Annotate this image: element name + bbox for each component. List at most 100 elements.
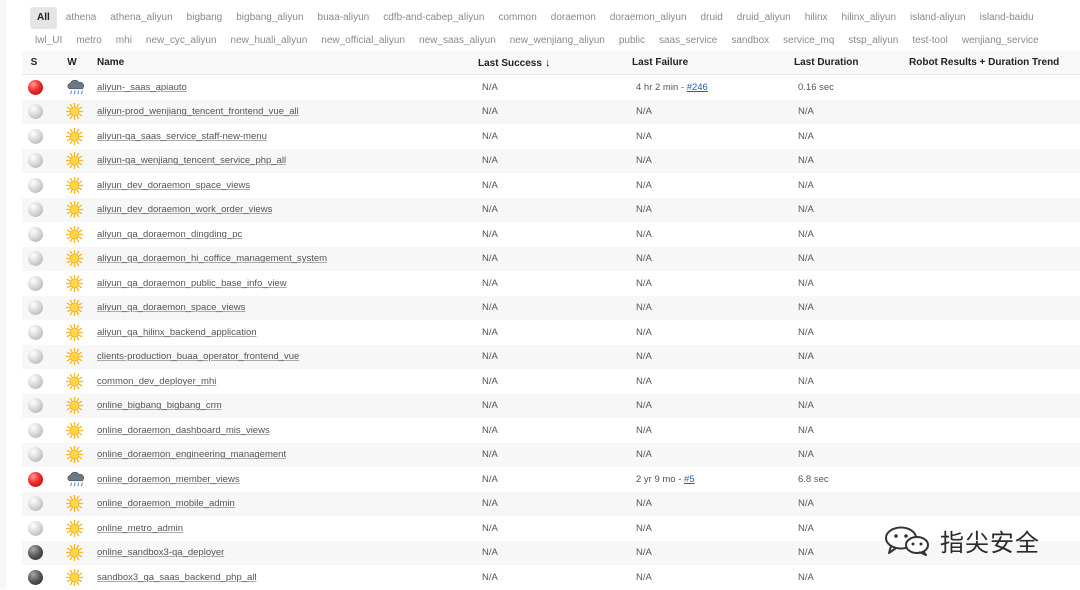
failure-build-link[interactable]: #246 xyxy=(687,82,708,93)
job-link[interactable]: clients-production_buaa_operator_fronten… xyxy=(93,351,299,362)
tab-new-official-aliyun[interactable]: new_official_aliyun xyxy=(316,31,410,51)
last-failure-column-header[interactable]: Last Failure xyxy=(632,51,794,75)
job-name-cell: online_metro_admin xyxy=(93,516,478,541)
tab-sandbox[interactable]: sandbox xyxy=(726,31,774,51)
job-link[interactable]: online_metro_admin xyxy=(93,523,183,534)
status-cell xyxy=(22,173,55,198)
status-grey-ball-icon[interactable] xyxy=(28,324,43,340)
sunny-weather-icon xyxy=(66,274,83,292)
tab-hilinx[interactable]: hilinx xyxy=(800,8,833,28)
job-name-cell: aliyun_dev_doraemon_space_views xyxy=(93,173,478,198)
status-grey-ball-icon[interactable] xyxy=(28,373,43,389)
status-cell xyxy=(22,74,55,100)
tab-service-mq[interactable]: service_mq xyxy=(778,31,839,51)
status-grey-ball-icon[interactable] xyxy=(28,349,43,365)
tab-cdfb-and-cabep-aliyun[interactable]: cdfb-and-cabep_aliyun xyxy=(378,8,489,28)
tab-common[interactable]: common xyxy=(493,8,541,28)
status-cell xyxy=(22,197,55,222)
tab-all[interactable]: All xyxy=(30,6,57,29)
trend-cell xyxy=(909,467,1080,492)
status-grey-ball-icon[interactable] xyxy=(28,275,43,291)
tab-wenjiang-service[interactable]: wenjiang_service xyxy=(957,31,1044,51)
job-link[interactable]: aliyun_qa_hilinx_backend_application xyxy=(93,327,257,338)
tab-athena[interactable]: athena xyxy=(61,8,102,28)
status-dark-ball-icon[interactable] xyxy=(28,545,43,561)
trend-header-label: Robot Results + Duration Trend xyxy=(909,57,1060,68)
tab-mhi[interactable]: mhi xyxy=(111,31,137,51)
tab-doraemon[interactable]: doraemon xyxy=(546,8,601,28)
last-failure-cell: N/A xyxy=(632,369,794,394)
status-grey-ball-icon[interactable] xyxy=(28,496,43,512)
status-grey-ball-icon[interactable] xyxy=(28,226,43,242)
status-grey-ball-icon[interactable] xyxy=(28,153,43,169)
job-link[interactable]: online_sandbox3-qa_deployer xyxy=(93,547,224,558)
last-success-column-header[interactable]: Last Success ↓ xyxy=(478,51,632,75)
job-link[interactable]: aliyun_qa_doraemon_hi_coffice_management… xyxy=(93,253,327,264)
status-red-ball-icon[interactable] xyxy=(28,471,43,487)
job-link[interactable]: online_doraemon_member_views xyxy=(93,474,240,485)
tab-bigbang-aliyun[interactable]: bigbang_aliyun xyxy=(231,8,308,28)
weather-header-label: W xyxy=(67,57,77,68)
tab-hilinx-aliyun[interactable]: hilinx_aliyun xyxy=(837,8,901,28)
name-column-header[interactable]: Name xyxy=(93,51,478,75)
tab-metro[interactable]: metro xyxy=(71,31,107,51)
job-link[interactable]: online_doraemon_engineering_management xyxy=(93,449,286,460)
status-grey-ball-icon[interactable] xyxy=(28,398,43,414)
job-link[interactable]: online_bigbang_bigbang_crm xyxy=(93,400,222,411)
tab-new-huali-aliyun[interactable]: new_huali_aliyun xyxy=(226,31,313,51)
status-grey-ball-icon[interactable] xyxy=(28,251,43,267)
status-grey-ball-icon[interactable] xyxy=(28,422,43,438)
tab-new-cyc-aliyun[interactable]: new_cyc_aliyun xyxy=(141,31,222,51)
tab-bigbang[interactable]: bigbang xyxy=(182,8,228,28)
tab-druid[interactable]: druid xyxy=(696,8,728,28)
job-link[interactable]: aliyun_qa_doraemon_space_views xyxy=(93,302,245,313)
last-duration-column-header[interactable]: Last Duration xyxy=(794,51,909,75)
tab-island-aliyun[interactable]: island-aliyun xyxy=(905,8,971,28)
tab-stsp-aliyun[interactable]: stsp_aliyun xyxy=(843,31,903,51)
trend-cell xyxy=(909,344,1080,369)
weather-column-header[interactable]: W xyxy=(55,51,93,75)
table-row: online_doraemon_dashboard_mis_views N/A N/… xyxy=(22,418,1080,443)
status-red-ball-icon[interactable] xyxy=(28,79,43,95)
job-link[interactable]: online_doraemon_mobile_admin xyxy=(93,498,235,509)
job-link[interactable]: aliyun-_saas_apiauto xyxy=(93,82,187,93)
status-grey-ball-icon[interactable] xyxy=(28,447,43,463)
job-link[interactable]: aliyun_dev_doraemon_work_order_views xyxy=(93,204,272,215)
tab-buaa-aliyun[interactable]: buaa-aliyun xyxy=(313,8,375,28)
status-grey-ball-icon[interactable] xyxy=(28,300,43,316)
tab-druid-aliyun[interactable]: druid_aliyun xyxy=(732,8,796,28)
status-grey-ball-icon[interactable] xyxy=(28,202,43,218)
job-link[interactable]: common_dev_deployer_mhi xyxy=(93,376,216,387)
status-column-header[interactable]: S xyxy=(22,51,55,75)
status-dark-ball-icon[interactable] xyxy=(28,569,43,585)
status-cell xyxy=(22,491,55,516)
status-grey-ball-icon[interactable] xyxy=(28,520,43,536)
sunny-weather-icon xyxy=(66,176,83,194)
tab-island-baidu[interactable]: island-baidu xyxy=(975,8,1039,28)
job-link[interactable]: aliyun_dev_doraemon_space_views xyxy=(93,180,250,191)
tab-lwl-ui[interactable]: lwl_UI xyxy=(30,31,67,51)
tab-new-wenjiang-aliyun[interactable]: new_wenjiang_aliyun xyxy=(505,31,610,51)
tab-saas-service[interactable]: saas_service xyxy=(654,31,722,51)
weather-cell xyxy=(55,173,93,198)
tab-test-tool[interactable]: test-tool xyxy=(907,31,953,51)
job-link[interactable]: aliyun_qa_doraemon_dingding_pc xyxy=(93,229,242,240)
status-grey-ball-icon[interactable] xyxy=(28,104,43,120)
status-header-label: S xyxy=(30,57,38,68)
job-link[interactable]: aliyun-qa_wenjiang_tencent_service_php_a… xyxy=(93,155,286,166)
job-link[interactable]: online_doraemon_dashboard_mis_views xyxy=(93,425,270,436)
job-link[interactable]: aliyun-qa_saas_service_staff-new-menu xyxy=(93,131,267,142)
tab-doraemon-aliyun[interactable]: doraemon_aliyun xyxy=(605,8,692,28)
tab-athena-aliyun[interactable]: athena_aliyun xyxy=(105,8,177,28)
job-link[interactable]: sandbox3_qa_saas_backend_php_all xyxy=(93,572,257,583)
tab-new-saas-aliyun[interactable]: new_saas_aliyun xyxy=(414,31,501,51)
weather-cell xyxy=(55,295,93,320)
trend-cell xyxy=(909,442,1080,467)
job-link[interactable]: aliyun-prod_wenjiang_tencent_frontend_vu… xyxy=(93,106,299,117)
sunny-weather-icon xyxy=(66,495,83,513)
status-grey-ball-icon[interactable] xyxy=(28,128,43,144)
job-link[interactable]: aliyun_qa_doraemon_public_base_info_view xyxy=(93,278,287,289)
failure-build-link[interactable]: #5 xyxy=(684,474,695,485)
tab-public[interactable]: public xyxy=(614,31,650,51)
status-grey-ball-icon[interactable] xyxy=(28,177,43,193)
